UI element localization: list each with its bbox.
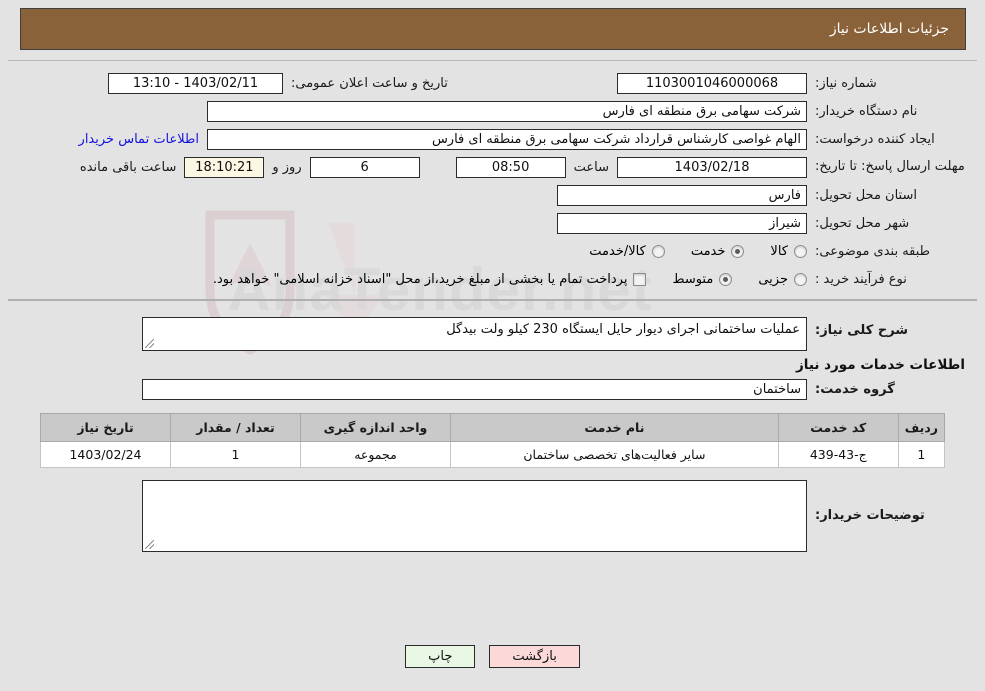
remaining-days-field[interactable]: 6 xyxy=(309,156,420,178)
col-service-name: نام خدمت xyxy=(450,413,779,442)
deadline-time-field[interactable]: 08:50 xyxy=(455,156,566,178)
back-button[interactable]: بازگشت xyxy=(489,645,580,668)
radio-process-motavaset[interactable]: متوسط xyxy=(672,271,733,287)
radio-icon[interactable] xyxy=(719,272,733,286)
need-info-section: شماره نیاز: 1103001046000068 تاریخ و ساع… xyxy=(8,61,977,301)
cell-unit: مجموعه xyxy=(300,441,451,468)
radio-label: جزیی xyxy=(758,271,788,287)
row-province: استان محل تحویل: فارس xyxy=(8,181,977,209)
services-section: شرح کلی نیاز: عملیات ساختمانی اجرای دیوا… xyxy=(8,301,977,558)
row-category: طبقه بندی موضوعی: کالا خدمت کالا/خدمت xyxy=(8,237,977,265)
radio-icon[interactable] xyxy=(651,244,665,258)
row-deadline: مهلت ارسال پاسخ: تا تاریخ: 1403/02/18 سا… xyxy=(8,153,977,181)
table-header-row: ردیف کد خدمت نام خدمت واحد اندازه گیری ت… xyxy=(40,413,946,442)
buyer-org-field[interactable]: شرکت سهامی برق منطقه ای فارس xyxy=(207,100,807,122)
radio-process-jozei[interactable]: جزیی xyxy=(758,272,807,287)
category-label: طبقه بندی موضوعی: xyxy=(815,243,931,259)
row-city: شهر محل تحویل: شیراز xyxy=(8,209,977,237)
deadline-date-field[interactable]: 1403/02/18 xyxy=(617,156,807,178)
city-field[interactable]: شیراز xyxy=(557,212,807,234)
row-service-group: گروه خدمت: ساختمان xyxy=(8,375,977,403)
page-root: AnaTender.net جزئیات اطلاعات نیاز شماره … xyxy=(0,0,985,691)
checkbox-label: پرداخت تمام یا بخشی از مبلغ خرید،از محل … xyxy=(212,271,628,287)
radio-icon[interactable] xyxy=(794,272,807,286)
creator-label: ایجاد کننده درخواست: xyxy=(815,131,935,147)
services-section-title: اطلاعات خدمات مورد نیاز xyxy=(795,357,965,373)
buyer-notes-label: توضیحات خریدار: xyxy=(815,508,925,523)
buyer-notes-textarea[interactable] xyxy=(142,480,807,552)
checkbox-icon[interactable] xyxy=(633,272,647,286)
table-row: 1 ج-43-439 سایر فعالیت‌های تخصصی ساختمان… xyxy=(40,441,946,468)
announce-datetime-label: تاریخ و ساعت اعلان عمومی: xyxy=(291,75,448,91)
cell-service-name: سایر فعالیت‌های تخصصی ساختمان xyxy=(450,441,779,468)
province-field[interactable]: فارس xyxy=(557,184,807,206)
description-textarea[interactable]: عملیات ساختمانی اجرای دیوار حایل ایستگاه… xyxy=(142,317,807,351)
need-number-label: شماره نیاز: xyxy=(815,75,877,91)
need-number-field[interactable]: 1103001046000068 xyxy=(617,72,807,94)
details-panel: شماره نیاز: 1103001046000068 تاریخ و ساع… xyxy=(8,60,977,558)
row-buyer-org: نام دستگاه خریدار: شرکت سهامی برق منطقه … xyxy=(8,97,977,125)
radio-icon[interactable] xyxy=(731,244,745,258)
radio-label: کالا/خدمت xyxy=(589,243,646,259)
announce-datetime-field[interactable]: 1403/02/11 - 13:10 xyxy=(108,72,283,94)
days-label: روز و xyxy=(272,159,302,175)
services-table-wrap: ردیف کد خدمت نام خدمت واحد اندازه گیری ت… xyxy=(8,403,977,474)
radio-category-kala-khedmat[interactable]: کالا/خدمت xyxy=(589,244,665,259)
description-label: شرح کلی نیاز: xyxy=(815,323,909,338)
row-process-type: نوع فرآیند خرید : جزیی متوسط پرداخت تمام… xyxy=(8,265,977,293)
row-creator: ایجاد کننده درخواست: الهام غواصی کارشناس… xyxy=(8,125,977,153)
province-label: استان محل تحویل: xyxy=(815,187,917,203)
service-group-field[interactable]: ساختمان xyxy=(142,378,807,400)
row-description: شرح کلی نیاز: عملیات ساختمانی اجرای دیوا… xyxy=(8,309,977,351)
remaining-time-field[interactable]: 18:10:21 xyxy=(184,156,265,178)
radio-label: متوسط xyxy=(672,271,714,287)
col-service-code: کد خدمت xyxy=(777,413,899,442)
page-title: جزئیات اطلاعات نیاز xyxy=(829,21,949,37)
buyer-contact-link[interactable]: اطلاعات تماس خریدار xyxy=(79,132,199,147)
cell-service-code: ج-43-439 xyxy=(777,441,899,468)
col-radif: ردیف xyxy=(897,413,946,442)
radio-category-kala[interactable]: کالا xyxy=(770,244,807,259)
service-group-label: گروه خدمت: xyxy=(815,381,895,397)
radio-label: کالا xyxy=(770,243,788,259)
checkbox-treasury-docs[interactable]: پرداخت تمام یا بخشی از مبلغ خرید،از محل … xyxy=(213,272,647,287)
hour-label: ساعت xyxy=(573,159,609,175)
cell-radif: 1 xyxy=(897,441,946,468)
deadline-label: مهلت ارسال پاسخ: تا تاریخ: xyxy=(815,159,965,174)
radio-category-khedmat[interactable]: خدمت xyxy=(691,244,745,259)
col-need-date: تاریخ نیاز xyxy=(40,413,171,442)
print-button[interactable]: چاپ xyxy=(405,645,476,668)
city-label: شهر محل تحویل: xyxy=(815,215,910,231)
col-quantity: تعداد / مقدار xyxy=(170,413,301,442)
remaining-label: ساعت باقی مانده xyxy=(79,159,177,175)
window-title-bar: جزئیات اطلاعات نیاز xyxy=(20,8,966,50)
process-type-label: نوع فرآیند خرید : xyxy=(815,271,907,287)
col-unit: واحد اندازه گیری xyxy=(300,413,451,442)
buyer-org-label: نام دستگاه خریدار: xyxy=(815,103,918,119)
row-buyer-notes: توضیحات خریدار: xyxy=(8,474,977,552)
row-need-number: شماره نیاز: 1103001046000068 تاریخ و ساع… xyxy=(8,69,977,97)
cell-quantity: 1 xyxy=(170,441,301,468)
radio-label: خدمت xyxy=(690,243,726,259)
services-table: ردیف کد خدمت نام خدمت واحد اندازه گیری ت… xyxy=(40,413,946,468)
cell-need-date: 1403/02/24 xyxy=(40,441,171,468)
creator-field[interactable]: الهام غواصی کارشناس قرارداد شرکت سهامی ب… xyxy=(207,128,807,150)
radio-icon[interactable] xyxy=(794,244,807,258)
footer-button-bar: بازگشت چاپ xyxy=(0,645,985,668)
